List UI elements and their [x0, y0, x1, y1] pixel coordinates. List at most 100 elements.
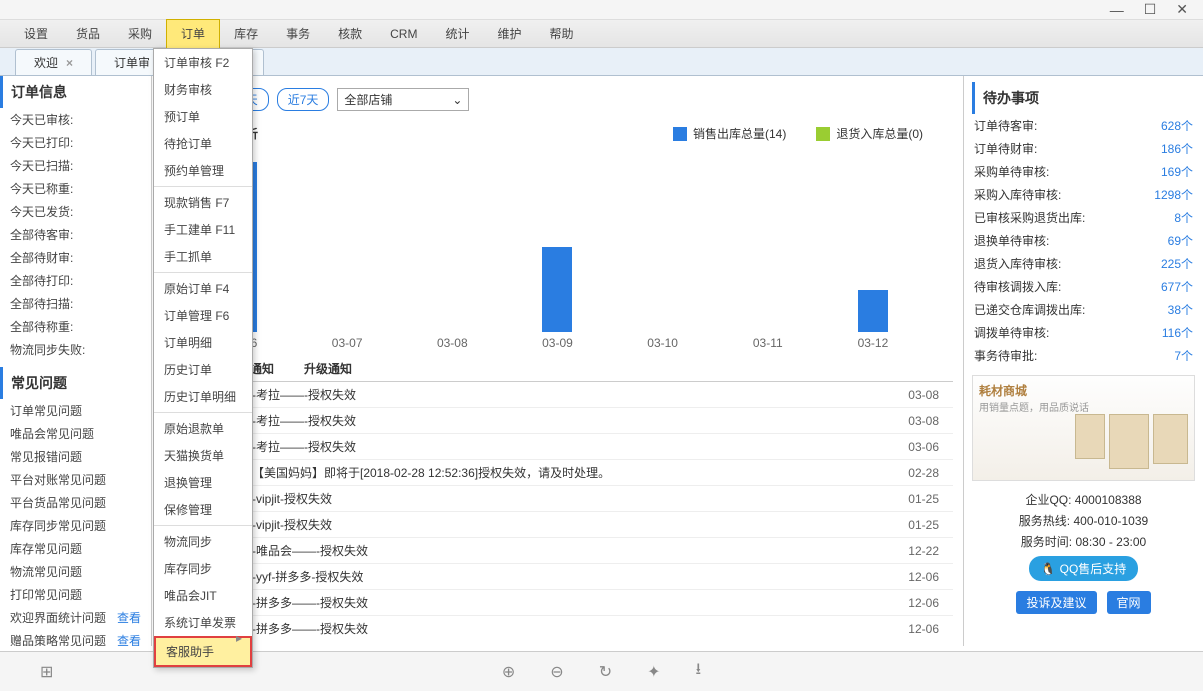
message-row[interactable]: 系统店铺-唯品会——-授权失效12-22 [162, 538, 953, 564]
dropdown-item[interactable]: 现款销售 F7 [154, 189, 252, 216]
sidebar-item[interactable]: 物流同步失败: [0, 338, 151, 361]
sidebar-item[interactable]: 今天已打印: [0, 131, 151, 154]
sidebar-item[interactable]: 平台货品常见问题 [0, 491, 151, 514]
close-tab-icon[interactable]: × [66, 56, 73, 70]
refresh-icon[interactable]: ↻ [599, 662, 612, 682]
feedback-button[interactable]: 投诉及建议 [1016, 591, 1096, 614]
dropdown-item[interactable]: 历史订单明细 [154, 383, 252, 410]
sidebar-item[interactable]: 今天已发货: [0, 200, 151, 223]
sidebar-item[interactable]: 物流常见问题 [0, 560, 151, 583]
qq-support-button[interactable]: 🐧 QQ售后支持 [1029, 556, 1139, 581]
sidebar-item[interactable]: 常见报错问题 [0, 445, 151, 468]
dropdown-item[interactable]: 手工抓单 [154, 243, 252, 270]
todo-row[interactable]: 退换单待审核:69个 [972, 229, 1195, 252]
todo-row[interactable]: 已递交仓库调拨出库:38个 [972, 298, 1195, 321]
message-row[interactable]: 系统店铺-考拉——-授权失效03-08 [162, 408, 953, 434]
todo-row[interactable]: 采购单待审核:169个 [972, 160, 1195, 183]
bar-column [327, 162, 367, 332]
message-row[interactable]: 系统店铺【美国妈妈】即将于[2018-02-28 12:52:36]授权失效，请… [162, 460, 953, 486]
menu-item[interactable]: 帮助 [535, 20, 587, 48]
sidebar-item[interactable]: 全部待称重: [0, 315, 151, 338]
sidebar-item[interactable]: 平台对账常见问题 [0, 468, 151, 491]
store-select[interactable]: 全部店铺 ⌄ [337, 88, 469, 111]
dropdown-item[interactable]: 手工建单 F11 [154, 216, 252, 243]
dropdown-item[interactable]: 订单管理 F6 [154, 302, 252, 329]
menu-item[interactable]: 货品 [62, 20, 114, 48]
view-link[interactable]: 查看 [117, 609, 141, 626]
website-button[interactable]: 官网 [1107, 591, 1151, 614]
download-icon[interactable]: ⭳ [696, 658, 702, 685]
sidebar-item[interactable]: 赠品策略常见问题查看 [0, 629, 151, 646]
message-row[interactable]: 系统店铺-vipjit-授权失效01-25 [162, 486, 953, 512]
sidebar-item[interactable]: 今天已称重: [0, 177, 151, 200]
sidebar-item[interactable]: 全部待客审: [0, 223, 151, 246]
close-icon[interactable]: ✕ [1176, 1, 1188, 18]
message-row[interactable]: 系统店铺-考拉——-授权失效03-08 [162, 382, 953, 408]
menu-item[interactable]: 核款 [324, 20, 376, 48]
todo-row[interactable]: 事务待审批:7个 [972, 344, 1195, 367]
dropdown-item[interactable]: 财务审核 [154, 76, 252, 103]
sidebar-item[interactable]: 库存常见问题 [0, 537, 151, 560]
layout-icon[interactable]: ⊞ [40, 662, 53, 682]
dropdown-item[interactable]: 天猫换货单 [154, 442, 252, 469]
menu-item[interactable]: 库存 [220, 20, 272, 48]
dropdown-item[interactable]: 库存同步 [154, 555, 252, 582]
message-tab[interactable]: 通知 [250, 360, 274, 377]
menu-item[interactable]: 维护 [483, 20, 535, 48]
sidebar-item[interactable]: 打印常见问题 [0, 583, 151, 606]
sidebar-item[interactable]: 今天已审核: [0, 108, 151, 131]
message-tab[interactable]: 升级通知 [304, 360, 352, 377]
todo-row[interactable]: 退货入库待审核:225个 [972, 252, 1195, 275]
sparkle-icon[interactable]: ✦ [647, 662, 660, 682]
sidebar-item[interactable]: 全部待扫描: [0, 292, 151, 315]
todo-row[interactable]: 订单待财审:186个 [972, 137, 1195, 160]
menu-item[interactable]: 采购 [114, 20, 166, 48]
sidebar-item[interactable]: 库存同步常见问题 [0, 514, 151, 537]
todo-row[interactable]: 调拨单待审核:116个 [972, 321, 1195, 344]
dropdown-item[interactable]: 原始退款单 [154, 415, 252, 442]
message-row[interactable]: 系统店铺-拼多多——-授权失效12-06 [162, 616, 953, 638]
menu-item[interactable]: 订单 [166, 19, 220, 49]
sidebar-item[interactable]: 今天已扫描: [0, 154, 151, 177]
dropdown-item[interactable]: 待抢订单 [154, 130, 252, 157]
sidebar-item[interactable]: 唯品会常见问题 [0, 422, 151, 445]
menu-item[interactable]: 事务 [272, 20, 324, 48]
document-tab[interactable]: 欢迎× [15, 49, 92, 75]
message-row[interactable]: 系统店铺-yyf-拼多多-授权失效12-06 [162, 564, 953, 590]
sidebar-item[interactable]: 全部待财审: [0, 246, 151, 269]
filter-7days[interactable]: 近7天 [277, 88, 330, 111]
message-row[interactable]: 系统店铺-vipjit-授权失效01-25 [162, 512, 953, 538]
dropdown-item[interactable]: 物流同步 [154, 528, 252, 555]
todo-row[interactable]: 待审核调拨入库:677个 [972, 275, 1195, 298]
maximize-icon[interactable]: ☐ [1144, 1, 1157, 18]
zoom-in-icon[interactable]: ⊕ [502, 662, 515, 682]
message-list[interactable]: 系统店铺-考拉——-授权失效03-08系统店铺-考拉——-授权失效03-08系统… [162, 382, 953, 638]
dropdown-item[interactable]: 预订单 [154, 103, 252, 130]
message-row[interactable]: 系统店铺-拼多多——-授权失效12-06 [162, 590, 953, 616]
sidebar-item[interactable]: 欢迎界面统计问题查看 [0, 606, 151, 629]
dropdown-item[interactable]: 保修管理 [154, 496, 252, 523]
dropdown-item[interactable]: 预约单管理 [154, 157, 252, 184]
menu-item[interactable]: CRM [376, 20, 431, 48]
dropdown-item[interactable]: 订单审核 F2 [154, 49, 252, 76]
message-row[interactable]: 系统店铺-考拉——-授权失效03-06 [162, 434, 953, 460]
right-sidebar: 待办事项 订单待客审:628个订单待财审:186个采购单待审核:169个采购入库… [963, 76, 1203, 646]
dropdown-item[interactable]: 订单明细 [154, 329, 252, 356]
promo-panel[interactable]: 耗材商城 用销量点题，用品质说话 [972, 375, 1195, 481]
todo-row[interactable]: 订单待客审:628个 [972, 114, 1195, 137]
todo-row[interactable]: 采购入库待审核:1298个 [972, 183, 1195, 206]
todo-row[interactable]: 已审核采购退货出库:8个 [972, 206, 1195, 229]
dropdown-item[interactable]: 历史订单 [154, 356, 252, 383]
dropdown-item[interactable]: 退换管理 [154, 469, 252, 496]
sidebar-item[interactable]: 全部待打印: [0, 269, 151, 292]
dropdown-item[interactable]: 唯品会JIT [154, 582, 252, 609]
sidebar-item[interactable]: 订单常见问题 [0, 399, 151, 422]
menu-item[interactable]: 统计 [431, 20, 483, 48]
minimize-icon[interactable]: — [1110, 2, 1124, 18]
menu-item[interactable]: 设置 [10, 20, 62, 48]
dropdown-item[interactable]: 系统订单发票 [154, 609, 252, 636]
zoom-out-icon[interactable]: ⊖ [550, 662, 563, 682]
box-icon [1109, 414, 1149, 469]
view-link[interactable]: 查看 [117, 632, 141, 646]
dropdown-item[interactable]: 原始订单 F4 [154, 275, 252, 302]
